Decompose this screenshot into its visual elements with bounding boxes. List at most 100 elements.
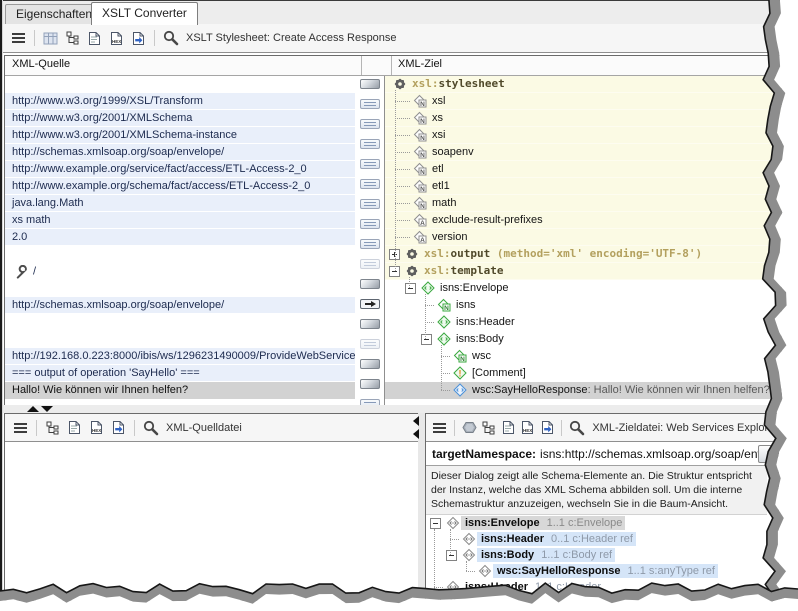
mapping-solid-button[interactable]: [360, 379, 380, 389]
splitter-collapse-up-icon[interactable]: [27, 406, 39, 412]
source-row[interactable]: http://www.w3.org/2001/XMLSchema: [5, 110, 355, 127]
schema-tree-row[interactable]: isns:Body1..1 c:Body ref: [426, 547, 778, 563]
source-row[interactable]: http://schemas.xmlsoap.org/soap/envelope…: [5, 144, 355, 161]
xsl-node-label: xsl:output (method='xml' encoding='UTF-8…: [424, 246, 702, 262]
search-icon[interactable]: [142, 419, 159, 436]
splitter-collapse-left-icon[interactable]: [413, 416, 419, 426]
target-tree-row[interactable]: xsl:template: [385, 263, 781, 280]
target-tree-row[interactable]: Nsoapenv: [385, 144, 781, 161]
source-row[interactable]: http://www.w3.org/1999/XSL/Transform: [5, 93, 355, 110]
target-tree-row[interactable]: Netl1: [385, 178, 781, 195]
source-row[interactable]: http://www.example.org/schema/fact/acces…: [5, 178, 355, 195]
tree-connector: [395, 118, 410, 119]
splitter-collapse-left2-icon[interactable]: [413, 429, 419, 439]
mapping-lines-button[interactable]: [360, 119, 380, 129]
search-icon[interactable]: [162, 30, 179, 47]
source-row[interactable]: 2.0: [5, 229, 355, 246]
doc-icon[interactable]: [66, 419, 83, 436]
menu-icon[interactable]: [10, 30, 27, 47]
target-tree-row[interactable]: Aexclude-result-prefixes: [385, 212, 781, 229]
mapping-lines-button[interactable]: [360, 99, 380, 109]
target-tree-row[interactable]: Aversion: [385, 229, 781, 246]
mapping-solid-button[interactable]: [360, 319, 380, 329]
source-row[interactable]: [5, 246, 355, 263]
mapping-lines-button[interactable]: [360, 239, 380, 249]
grid-icon[interactable]: [42, 30, 59, 47]
schema-tree-row[interactable]: isns:Header0..1 c:Header ref: [426, 531, 778, 547]
target-tree-row[interactable]: Netl: [385, 161, 781, 178]
target-tree-row[interactable]: isns:Body: [385, 331, 781, 348]
source-row[interactable]: http://192.168.0.223:8000/ibis/ws/129623…: [5, 348, 355, 365]
source-row[interactable]: /: [5, 263, 355, 280]
target-tree-row[interactable]: isns:Envelope: [385, 280, 781, 297]
tree-node-label: math: [432, 195, 456, 211]
expand-icon[interactable]: [430, 598, 441, 609]
source-row[interactable]: http://www.w3.org/2001/XMLSchema-instanc…: [5, 127, 355, 144]
mapping-arrow-button[interactable]: [360, 299, 380, 309]
menu-icon[interactable]: [12, 419, 29, 436]
mapping-lines-faint-button[interactable]: [360, 259, 380, 269]
mapping-lines-button[interactable]: [360, 199, 380, 209]
target-tree-row[interactable]: Nxsl: [385, 93, 781, 110]
collapse-icon[interactable]: [446, 550, 457, 561]
source-file-content[interactable]: [5, 442, 419, 599]
doc-hex-icon[interactable]: HEX: [108, 30, 125, 47]
target-tree-row[interactable]: xsl:stylesheet: [385, 76, 781, 93]
source-row[interactable]: java.lang.Math: [5, 195, 355, 212]
mapping-solid-button[interactable]: [360, 359, 380, 369]
tree-icon[interactable]: [482, 419, 496, 436]
doc-import-icon[interactable]: [540, 419, 554, 436]
schema-elem-icon: [444, 515, 461, 532]
mapping-lines-button[interactable]: [360, 179, 380, 189]
mapping-solid-button[interactable]: [360, 279, 380, 289]
doc-icon[interactable]: [86, 30, 103, 47]
schema-node-cardinality: 1..1 c:Envelope: [547, 517, 623, 529]
tree-icon[interactable]: [44, 419, 61, 436]
schema-tree-row[interactable]: isns:Header1..1 c:Header: [426, 579, 778, 595]
tab-eigenschaften[interactable]: Eigenschaften: [5, 4, 103, 24]
source-row-selected[interactable]: Hallo! Wie können wir Ihnen helfen?: [5, 382, 355, 399]
hexagon-icon[interactable]: [462, 419, 477, 436]
doc-icon[interactable]: [502, 419, 516, 436]
tree-node-label: xs: [432, 110, 443, 126]
doc-import-icon[interactable]: [110, 419, 127, 436]
tree-connector: [395, 169, 410, 170]
tree-icon[interactable]: [64, 30, 81, 47]
collapse-icon[interactable]: [405, 283, 416, 294]
source-row[interactable]: [5, 331, 355, 348]
doc-hex-icon[interactable]: HEX: [88, 419, 105, 436]
schema-tree-row[interactable]: wsc:SayHelloResponse1..1 s:anyType ref: [426, 563, 778, 579]
namespace-edit-button[interactable]: [758, 445, 776, 463]
target-tree-row[interactable]: Nmath: [385, 195, 781, 212]
source-row[interactable]: xs math: [5, 212, 355, 229]
tab-xslt-converter[interactable]: XSLT Converter: [91, 2, 198, 25]
mapping-lines-faint-button[interactable]: [360, 339, 380, 349]
menu-icon[interactable]: [433, 419, 447, 436]
target-tree-row[interactable]: Nxs: [385, 110, 781, 127]
horizontal-splitter[interactable]: [3, 405, 780, 413]
search-icon[interactable]: [569, 419, 585, 436]
target-tree-row[interactable]: isns:Header: [385, 314, 781, 331]
target-tree-row[interactable]: xsl:output (method='xml' encoding='UTF-8…: [385, 246, 781, 263]
doc-hex-icon[interactable]: HEX: [521, 419, 535, 436]
target-tree-row[interactable]: Nxsi: [385, 127, 781, 144]
collapse-icon[interactable]: [421, 334, 432, 345]
source-row[interactable]: http://schemas.xmlsoap.org/soap/envelope…: [5, 297, 355, 314]
mapping-lines-button[interactable]: [360, 139, 380, 149]
doc-import-icon[interactable]: [130, 30, 147, 47]
source-row[interactable]: http://www.example.org/service/fact/acce…: [5, 161, 355, 178]
splitter-collapse-down-icon[interactable]: [41, 406, 53, 412]
collapse-icon[interactable]: [430, 518, 441, 529]
source-row[interactable]: [5, 280, 355, 297]
source-row[interactable]: === output of operation 'SayHello' ===: [5, 365, 355, 382]
source-row[interactable]: [5, 314, 355, 331]
mapping-lines-button[interactable]: [360, 219, 380, 229]
source-row[interactable]: [5, 76, 355, 93]
mapping-lines-button[interactable]: [360, 159, 380, 169]
vertical-splitter[interactable]: [418, 413, 425, 599]
mapping-solid-button[interactable]: [360, 79, 380, 89]
xml-target-file-panel: HEX XML-Zieldatei: Web Services Explorer…: [425, 413, 779, 601]
target-tree-row[interactable]: Nisns: [385, 297, 781, 314]
schema-tree-row[interactable]: isns:Envelope1..1 c:Envelope: [426, 515, 778, 531]
schema-tree-row[interactable]: [426, 595, 778, 611]
